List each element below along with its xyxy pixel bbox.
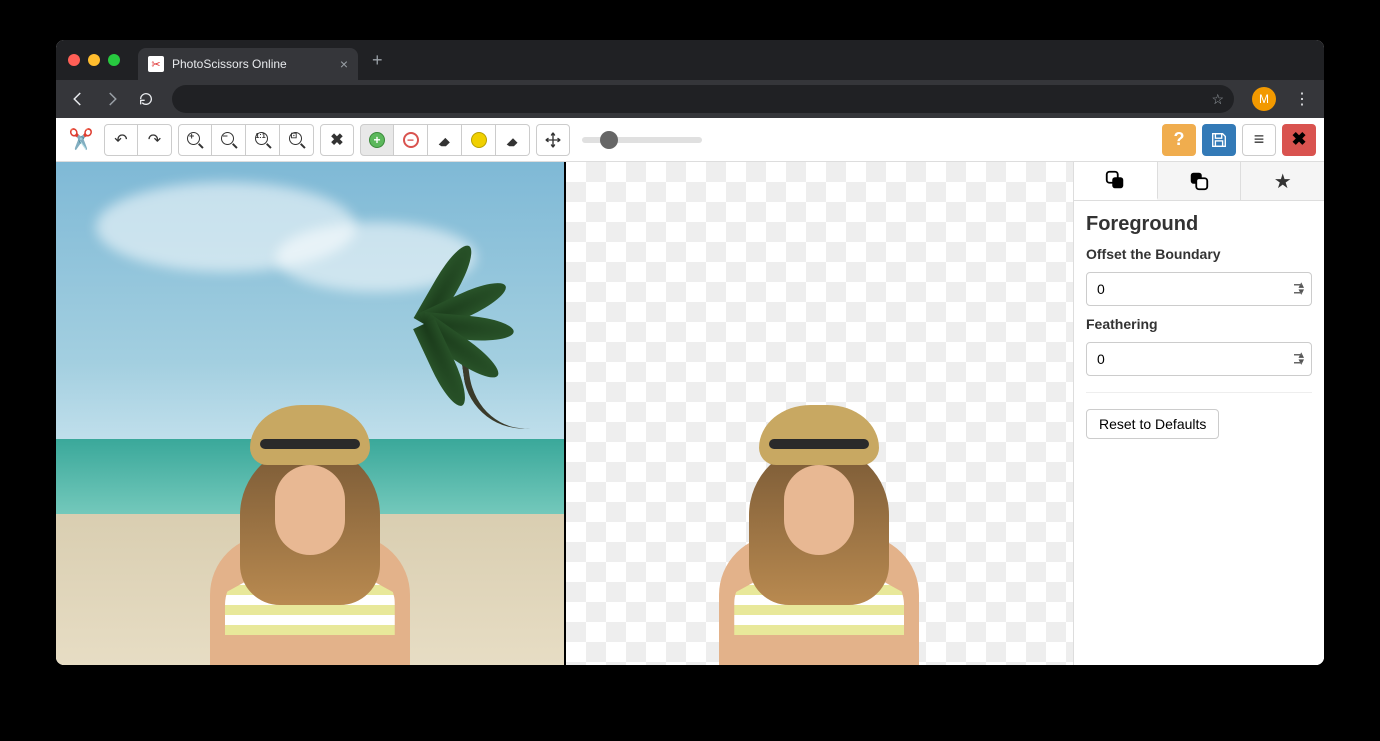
right-tool-group: ? ≡ ✖ — [1162, 124, 1316, 156]
tab-effects[interactable]: ★ — [1241, 162, 1324, 200]
pan-button[interactable] — [536, 124, 570, 156]
star-icon: ★ — [1274, 169, 1292, 194]
foreground-marker-button[interactable]: + — [360, 124, 394, 156]
hair-eraser-button[interactable] — [496, 124, 530, 156]
result-canvas[interactable] — [564, 162, 1074, 665]
help-button[interactable]: ? — [1162, 124, 1196, 156]
brush-size-slider[interactable] — [582, 137, 702, 143]
crop-handle-icon[interactable] — [1061, 162, 1073, 174]
zoom-in-button[interactable]: + — [178, 124, 212, 156]
crop-handle-icon[interactable] — [564, 162, 578, 174]
new-tab-button[interactable]: + — [358, 50, 397, 71]
browser-tabbar: PhotoScissors Online × + — [56, 40, 1324, 80]
window-controls — [68, 54, 120, 66]
feather-label: Feathering — [1086, 316, 1312, 332]
app-root: ✂️ ↶ ↷ + − 1:1 ⊡ ✖ + − — [56, 118, 1324, 665]
feather-select[interactable]: 0 — [1086, 342, 1312, 376]
layers-outline-icon — [1188, 170, 1210, 192]
window-maximize-button[interactable] — [108, 54, 120, 66]
layers-filled-icon — [1104, 169, 1126, 191]
app-logo-icon: ✂️ — [64, 124, 98, 156]
tab-title: PhotoScissors Online — [172, 57, 332, 71]
clear-marks-button[interactable]: ✖ — [320, 124, 354, 156]
profile-avatar[interactable]: M — [1252, 87, 1276, 111]
offset-select[interactable]: 0 — [1086, 272, 1312, 306]
tab-foreground[interactable] — [1074, 162, 1158, 200]
browser-menu-button[interactable]: ⋮ — [1288, 89, 1316, 109]
browser-tab[interactable]: PhotoScissors Online × — [138, 48, 358, 80]
history-group: ↶ ↷ — [104, 124, 172, 156]
zoom-group: + − 1:1 ⊡ — [178, 124, 314, 156]
select-caret-icon: ▴▾ — [1298, 282, 1304, 296]
undo-button[interactable]: ↶ — [104, 124, 138, 156]
tab-close-icon[interactable]: × — [340, 56, 348, 72]
crop-handle-icon[interactable] — [1061, 653, 1073, 665]
address-bar[interactable]: ☆ — [172, 85, 1234, 113]
nav-reload-button[interactable] — [132, 85, 160, 113]
zoom-out-button[interactable]: − — [212, 124, 246, 156]
browser-window: PhotoScissors Online × + ☆ M ⋮ ✂️ ↶ ↷ — [56, 40, 1324, 665]
app-menu-button[interactable]: ≡ — [1242, 124, 1276, 156]
app-close-button[interactable]: ✖ — [1282, 124, 1316, 156]
marker-group: + − — [360, 124, 530, 156]
zoom-fit-button[interactable]: ⊡ — [280, 124, 314, 156]
panel-tabs: ★ — [1074, 162, 1324, 201]
nav-forward-button[interactable] — [98, 85, 126, 113]
select-caret-icon: ▴▾ — [1298, 352, 1304, 366]
cutout-image — [566, 162, 1074, 665]
hair-marker-button[interactable] — [462, 124, 496, 156]
panel-heading: Foreground — [1086, 213, 1312, 236]
window-minimize-button[interactable] — [88, 54, 100, 66]
tab-favicon-icon — [148, 56, 164, 72]
slider-thumb[interactable] — [600, 131, 618, 149]
eraser-button[interactable] — [428, 124, 462, 156]
window-close-button[interactable] — [68, 54, 80, 66]
canvas-pane — [56, 162, 1074, 665]
crop-handle-icon[interactable] — [564, 653, 578, 665]
bookmark-star-icon[interactable]: ☆ — [1211, 91, 1224, 108]
save-button[interactable] — [1202, 124, 1236, 156]
background-marker-button[interactable]: − — [394, 124, 428, 156]
original-image — [56, 162, 564, 665]
reset-defaults-button[interactable]: Reset to Defaults — [1086, 409, 1219, 439]
nav-back-button[interactable] — [64, 85, 92, 113]
properties-panel: ★ Foreground Offset the Boundary 0 ▴▾ Fe… — [1074, 162, 1324, 665]
offset-label: Offset the Boundary — [1086, 246, 1312, 262]
divider — [1086, 392, 1312, 393]
zoom-actual-button[interactable]: 1:1 — [246, 124, 280, 156]
app-toolbar: ✂️ ↶ ↷ + − 1:1 ⊡ ✖ + − — [56, 118, 1324, 162]
workspace: ★ Foreground Offset the Boundary 0 ▴▾ Fe… — [56, 162, 1324, 665]
original-canvas[interactable] — [56, 162, 564, 665]
tab-background[interactable] — [1158, 162, 1242, 200]
browser-toolbar: ☆ M ⋮ — [56, 80, 1324, 118]
redo-button[interactable]: ↷ — [138, 124, 172, 156]
panel-body: Foreground Offset the Boundary 0 ▴▾ Feat… — [1074, 201, 1324, 451]
